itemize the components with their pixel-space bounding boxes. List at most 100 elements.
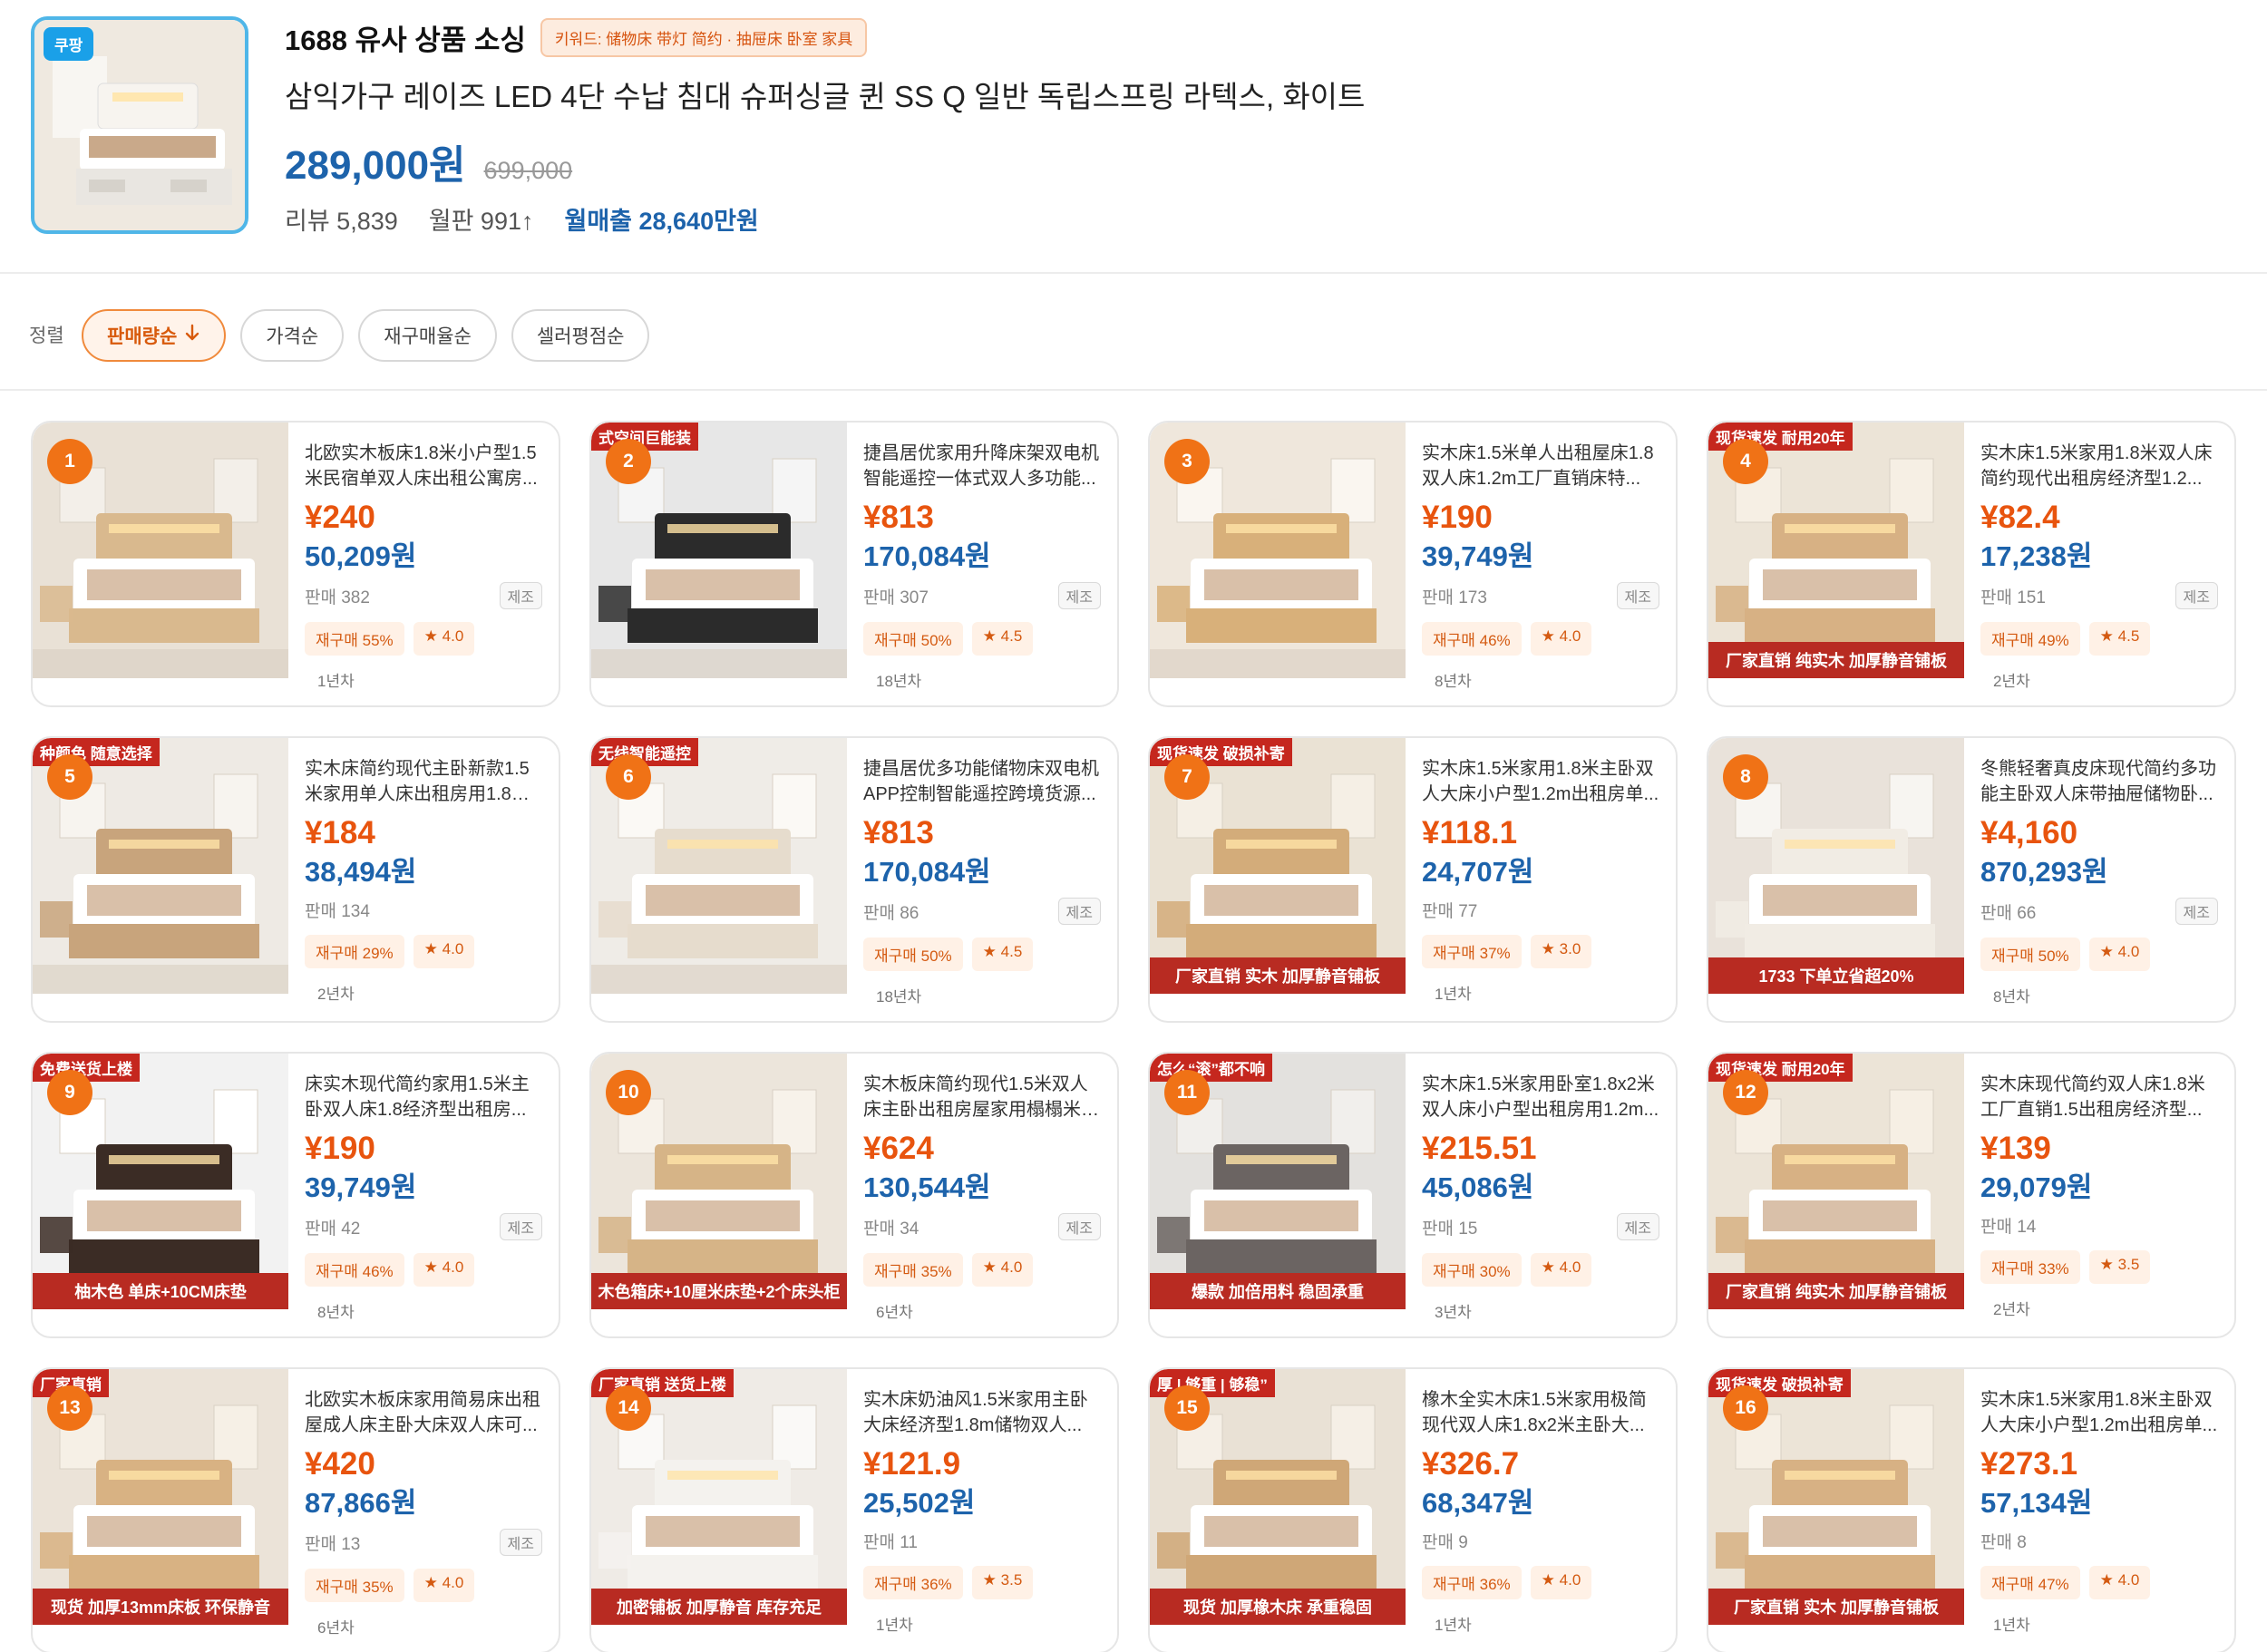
product-card[interactable]: 厂家直销 送货上楼 14 加密铺板 加厚静音 库存充足 实木床奶油风1.5米家用… [589,1367,1119,1652]
product-card[interactable]: 1 北欧实木板床1.8米小户型1.5米民宿单双人床出租公寓房... ¥240 5… [31,421,560,707]
product-name[interactable]: 삼익가구 레이즈 LED 4단 수납 침대 슈퍼싱글 퀸 SS Q 일반 독립스… [285,73,1365,116]
rank-badge: 16 [1723,1385,1768,1431]
manufacturer-badge: 제조 [1616,582,1659,609]
product-image[interactable]: 3 [1150,423,1406,678]
product-card[interactable]: 3 实木床1.5米单人出租屋床1.8双人床1.2m工厂直销床特... ¥190 … [1148,421,1678,707]
product-title[interactable]: 实木床1.5米家用卧室1.8x2米双人床小户型出租房用1.2m... [1422,1072,1659,1122]
sort-option-label: 판매량순 [107,326,178,347]
product-card[interactable]: 式空间巨能装 2 捷昌居优家用升降床架双电机智能遥控一体式双人多功能... ¥8… [589,421,1119,707]
product-title[interactable]: 实木板床简约现代1.5米双人床主卧出租房屋家用榻榻米1.... [863,1072,1101,1122]
product-image[interactable]: 无线智能遥控 6 [591,738,847,994]
product-image[interactable]: 10 木色箱床+10厘米床垫+2个床头柜 [591,1054,847,1309]
product-card[interactable]: 怎么“滚”都不响 11 爆款 加倍用料 稳固承重 实木床1.5米家用卧室1.8x… [1148,1052,1678,1338]
product-title[interactable]: 捷昌居优家用升降床架双电机智能遥控一体式双人多功能... [863,441,1101,491]
repurchase-badge: 재구매 35% [305,1569,404,1602]
product-info: 床实木现代简约家用1.5米主卧双人床1.8经济型出租房... ¥190 39,7… [305,1072,542,1322]
coupang-badge: 쿠팡 [44,27,94,61]
product-title[interactable]: 捷昌居优多功能储物床双电机APP控制智能遥控跨境货源... [863,756,1101,807]
product-image[interactable]: 现货速发 耐用20年 4 厂家直销 纯实木 加厚静音铺板 [1708,423,1964,678]
product-title[interactable]: 实木床1.5米家用1.8米双人床简约现代出租房经济型1.2... [1980,441,2218,491]
product-title[interactable]: 北欧实木板床家用简易床出租屋成人床主卧大床双人床可... [305,1387,542,1438]
badge-row: 재구매 35% ★ 4.0 [305,1569,542,1602]
sort-option-price[interactable]: 가격순 [240,309,345,362]
product-image[interactable]: 厚 | 够重 | 够稳” 15 现货 加厚橡木床 承重稳固 [1150,1369,1406,1625]
product-title[interactable]: 实木床奶油风1.5米家用主卧大床经济型1.8m储物双人... [863,1387,1101,1438]
sort-option-repurchase[interactable]: 재구매율순 [358,309,497,362]
sort-option-sales[interactable]: 판매량순 [82,309,227,362]
rank-badge: 7 [1164,754,1210,800]
product-card[interactable]: 8 1733 下单立省超20% 冬熊轻奢真皮床现代简约多功能主卧双人床带抽屉储物… [1707,736,2236,1023]
product-card[interactable]: 无线智能遥控 6 捷昌居优多功能储物床双电机APP控制智能遥控跨境货源... ¥… [589,736,1119,1023]
product-image[interactable]: 1 [33,423,288,678]
badge-row: 재구매 37% ★ 3.0 [1422,935,1659,968]
sales-row: 판매 77 [1422,898,1659,922]
price-yuan: ¥139 [1980,1131,2051,1166]
product-image[interactable]: 怎么“滚”都不响 11 爆款 加倍用料 稳固承重 [1150,1054,1406,1309]
rank-badge: 12 [1723,1070,1768,1115]
product-title[interactable]: 实木床1.5米单人出租屋床1.8双人床1.2m工厂直销床特... [1422,441,1659,491]
sales-count: 판매 307 [863,588,929,607]
price-won: 68,347원 [1422,1487,1534,1519]
product-title[interactable]: 橡木全实木床1.5米家用极简现代双人床1.8x2米主卧大... [1422,1387,1659,1438]
product-card[interactable]: 10 木色箱床+10厘米床垫+2个床头柜 实木板床简约现代1.5米双人床主卧出租… [589,1052,1119,1338]
sales-row: 판매 11 [863,1529,1101,1553]
product-title[interactable]: 床实木现代简约家用1.5米主卧双人床1.8经济型出租房... [305,1072,542,1122]
repurchase-badge: 재구매 36% [863,1566,963,1599]
product-image[interactable]: 厂家直销 送货上楼 14 加密铺板 加厚静音 库存充足 [591,1369,847,1625]
product-image[interactable]: 免费送货上楼 9 柚木色 单床+10CM床垫 [33,1054,288,1309]
sales-row: 판매 14 [1980,1213,2218,1238]
product-card[interactable]: 现货速发 耐用20年 4 厂家直销 纯实木 加厚静音铺板 实木床1.5米家用1.… [1707,421,2236,707]
sales-count: 판매 86 [863,903,919,923]
sort-option-seller-rating[interactable]: 셀러평점순 [511,309,650,362]
product-image[interactable]: 厂家直销 13 现货 加厚13mm床板 环保静音 [33,1369,288,1625]
product-card[interactable]: 种颜色 随意选择 5 实木床简约现代主卧新款1.5米家用单人床出租房用1.8储.… [31,736,560,1023]
product-title[interactable]: 实木床1.5米家用1.8米主卧双人大床小户型1.2m出租房单... [1980,1387,2218,1438]
seller-years: 3년차 [1435,1304,1472,1321]
sales-row: 판매 9 [1422,1529,1659,1553]
badge-row: 재구매 49% ★ 4.5 [1980,622,2218,656]
product-title[interactable]: 实木床简约现代主卧新款1.5米家用单人床出租房用1.8储... [305,756,542,807]
sales-row: 판매 151 제조 [1980,582,2218,609]
repurchase-badge: 재구매 55% [305,622,404,656]
product-image[interactable]: 现货速发 耐用20年 12 厂家直销 纯实木 加厚静音铺板 [1708,1054,1964,1309]
repurchase-badge: 재구매 46% [305,1253,404,1287]
badge-row: 재구매 30% ★ 4.0 [1422,1253,1659,1287]
product-image[interactable]: 现货速发 破损补寄 16 厂家直销 实木 加厚静音铺板 [1708,1369,1964,1625]
product-image[interactable]: 种颜色 随意选择 5 [33,738,288,994]
current-price: 289,000원 [285,143,466,188]
product-image[interactable]: 式空间巨能装 2 [591,423,847,678]
product-card[interactable]: 现货速发 耐用20年 12 厂家直销 纯实木 加厚静音铺板 实木床现代简约双人床… [1707,1052,2236,1338]
monthly-revenue: 월매출 28,640만원 [564,208,759,235]
product-info: 捷昌居优家用升降床架双电机智能遥控一体式双人多功能... ¥813 170,08… [863,441,1101,691]
product-title[interactable]: 冬熊轻奢真皮床现代简约多功能主卧双人床带抽屉储物卧... [1980,756,2218,807]
rating-badge: ★ 3.5 [2088,1250,2151,1284]
product-card[interactable]: 厚 | 够重 | 够稳” 15 现货 加厚橡木床 承重稳固 橡木全实木床1.5米… [1148,1367,1678,1652]
price-won: 17,238원 [1980,540,2093,572]
product-title[interactable]: 北欧实木板床1.8米小户型1.5米民宿单双人床出租公寓房... [305,441,542,491]
product-card[interactable]: 免费送货上楼 9 柚木色 单床+10CM床垫 床实木现代简约家用1.5米主卧双人… [31,1052,560,1338]
product-card[interactable]: 现货速发 破损补寄 16 厂家直销 实木 加厚静音铺板 实木床1.5米家用1.8… [1707,1367,2236,1652]
product-title[interactable]: 实木床1.5米家用1.8米主卧双人大床小户型1.2m出租房单... [1422,756,1659,807]
repurchase-badge: 재구매 46% [1422,622,1522,656]
rating-badge: ★ 4.0 [2088,1566,2151,1599]
product-title[interactable]: 实木床现代简约双人床1.8米工厂直销1.5出租房经济型... [1980,1072,2218,1122]
rank-badge: 2 [606,439,651,484]
product-card[interactable]: 现货速发 破损补寄 7 厂家直销 实木 加厚静音铺板 实木床1.5米家用1.8米… [1148,736,1678,1023]
product-info: 实木床1.5米家用1.8米主卧双人大床小户型1.2m出租房单... ¥118.1… [1422,756,1659,1004]
rank-badge: 13 [47,1385,92,1431]
rank-badge: 5 [47,754,92,800]
rank-badge: 8 [1723,754,1768,800]
price-won: 39,749원 [305,1171,417,1203]
product-image[interactable]: 8 1733 下单立省超20% [1708,738,1964,994]
product-card[interactable]: 厂家直销 13 现货 加厚13mm床板 环保静音 北欧实木板床家用简易床出租屋成… [31,1367,560,1652]
image-banner: 1733 下单立省超20% [1708,957,1964,994]
product-image[interactable]: 现货速发 破损补寄 7 厂家直销 实木 加厚静音铺板 [1150,738,1406,994]
sort-option-label: 셀러평점순 [536,326,625,347]
seller-years: 8년차 [1435,673,1472,690]
sort-option-label: 가격순 [266,326,319,347]
rating-badge: ★ 4.0 [2088,938,2151,971]
product-thumbnail[interactable]: 쿠팡 [31,16,248,234]
manufacturer-badge: 제조 [499,1529,542,1556]
rating-badge: ★ 4.5 [971,622,1034,656]
rating-badge: ★ 3.5 [971,1566,1034,1599]
